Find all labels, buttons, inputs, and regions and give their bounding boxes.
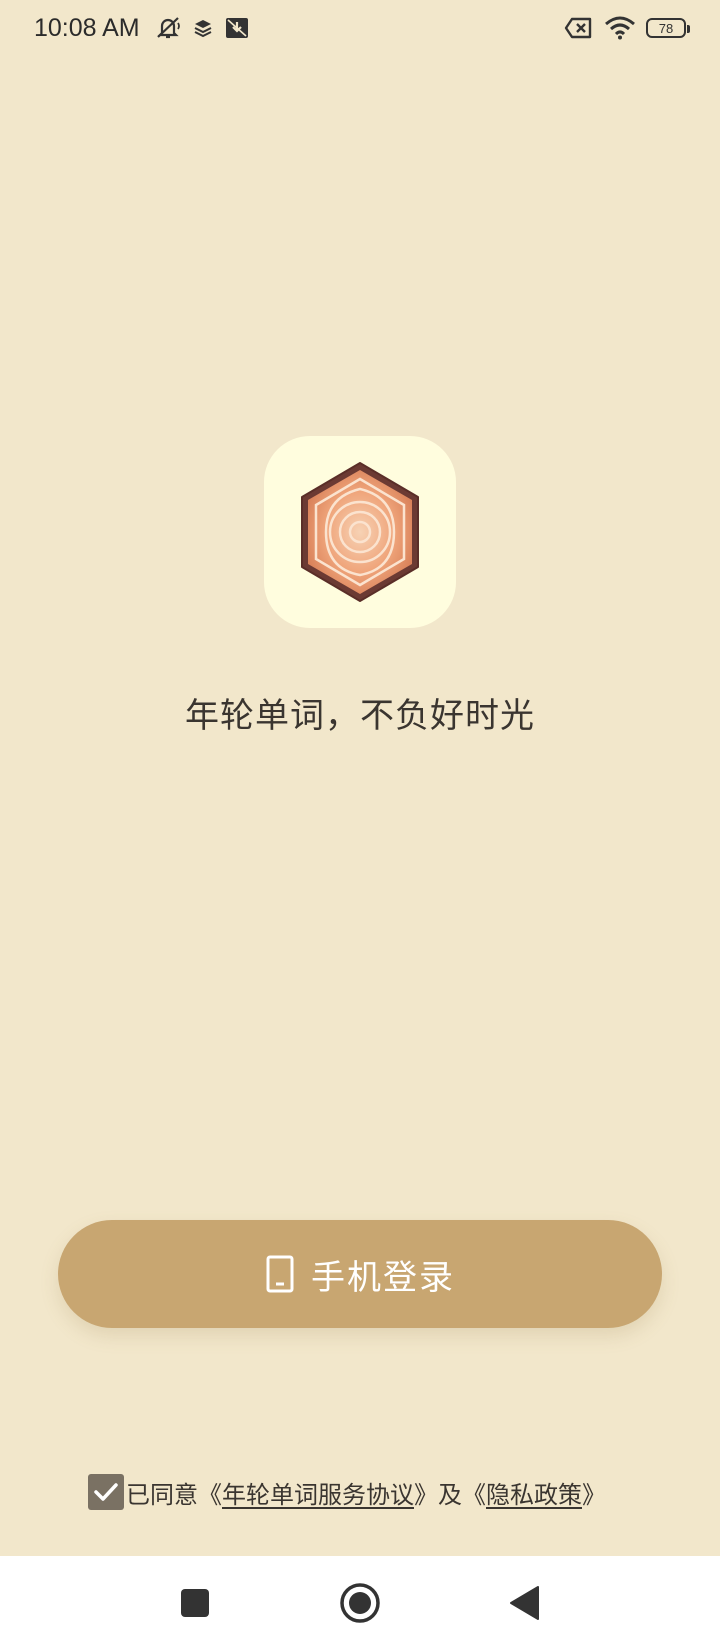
phone-icon [266,1255,294,1293]
agreement-row: 已同意《 年轮单词服务协议 》及《 隐私政策 》 [88,1474,606,1510]
recents-button[interactable] [155,1556,235,1650]
status-right: 78 [564,16,690,40]
login-button-label: 手机登录 [311,1257,455,1298]
agreement-middle: 》及《 [414,1480,486,1509]
back-button[interactable] [484,1556,564,1650]
no-sim-icon [564,16,594,40]
download-box-icon [224,16,250,40]
wifi-icon [604,16,636,40]
app-logo [264,436,456,628]
slogan-text: 年轮单词，不负好时光 [185,696,535,736]
status-left: 10:08 AM [34,14,250,43]
back-triangle-icon [510,1586,539,1620]
tree-ring-hexagon-icon [301,462,419,602]
privacy-policy-link[interactable]: 隐私政策 [486,1475,582,1510]
checkmark-icon [94,1483,118,1501]
home-button[interactable] [320,1556,400,1650]
battery-icon: 78 [646,18,690,38]
home-circle-icon [340,1583,380,1623]
service-agreement-link[interactable]: 年轮单词服务协议 [222,1475,414,1510]
layers-icon [192,17,214,39]
recents-square-icon [181,1589,209,1617]
status-bar: 10:08 AM 78 [0,0,720,56]
agreement-prefix: 已同意《 [126,1480,222,1509]
phone-login-button[interactable]: 手机登录 [58,1220,662,1328]
agreement-checkbox[interactable] [88,1474,124,1510]
status-time: 10:08 AM [34,13,140,42]
system-nav-bar [0,1556,720,1650]
agreement-suffix: 》 [582,1480,606,1509]
battery-level: 78 [658,20,674,36]
mute-icon [154,15,182,41]
